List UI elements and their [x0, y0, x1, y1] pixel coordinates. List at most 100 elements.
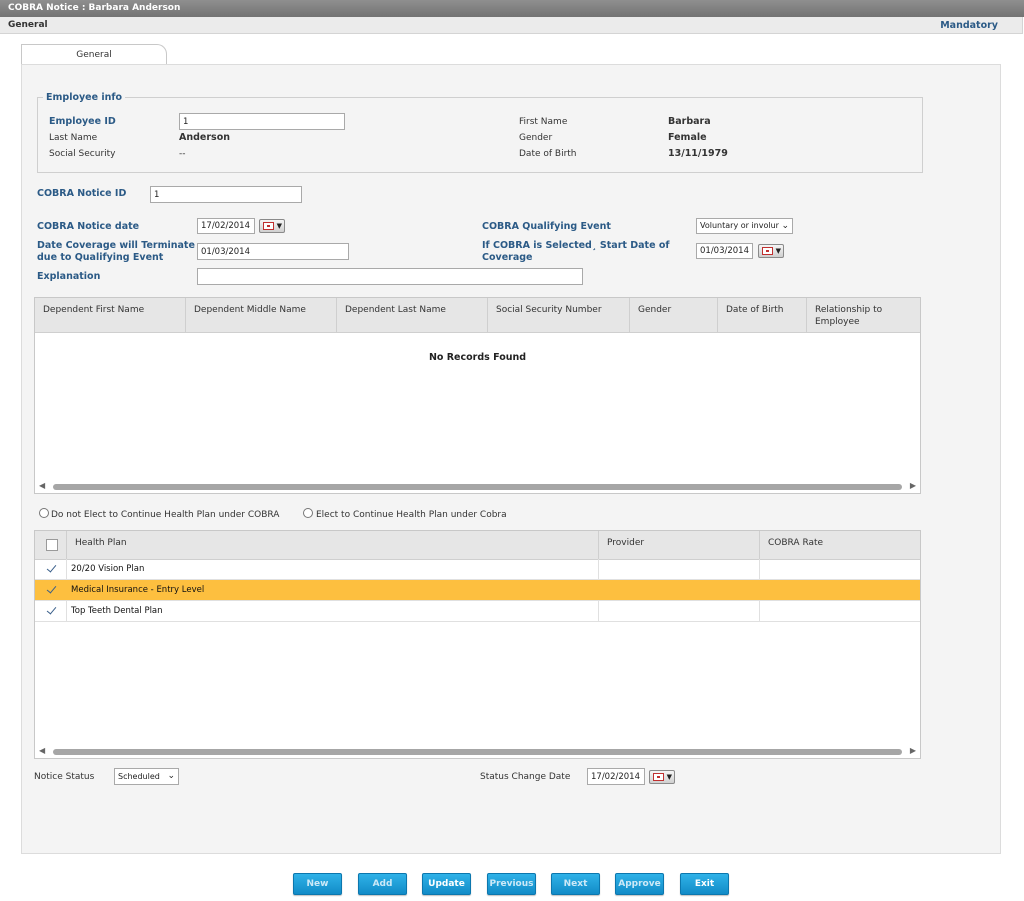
gender-label: Gender — [519, 133, 553, 143]
row-select-cell — [35, 580, 67, 600]
notice-date-label: COBRA Notice date — [37, 221, 140, 232]
first-name-label: First Name — [519, 117, 568, 127]
row-select-cell — [35, 601, 67, 621]
column-ssn[interactable]: Social Security Number — [488, 298, 630, 332]
column-gender[interactable]: Gender — [630, 298, 718, 332]
qualifying-event-select[interactable]: Voluntary or involur ⌄ — [696, 218, 793, 234]
scroll-left-icon[interactable]: ◀ — [39, 481, 45, 490]
decline-cobra-label[interactable]: Do not Elect to Continue Health Plan und… — [51, 510, 279, 520]
next-button[interactable]: Next — [551, 873, 600, 895]
tab-general[interactable]: General — [21, 44, 167, 64]
gender-value: Female — [668, 132, 707, 143]
terminate-date-label-line2: due to Qualifying Event — [37, 252, 164, 263]
update-button[interactable]: Update — [422, 873, 471, 895]
scrollbar-thumb[interactable] — [53, 749, 902, 755]
employee-id-label: Employee ID — [49, 116, 116, 127]
chevron-down-icon: ⌄ — [781, 221, 789, 231]
scroll-right-icon[interactable]: ▶ — [910, 746, 916, 755]
dependents-horizontal-scrollbar[interactable]: ◀ ▶ — [35, 481, 920, 492]
caret-down-icon: ▼ — [775, 247, 781, 255]
mandatory-link[interactable]: Mandatory — [940, 18, 998, 34]
scroll-right-icon[interactable]: ▶ — [910, 481, 916, 490]
notice-status-select[interactable]: Scheduled ⌄ — [114, 768, 179, 785]
calendar-icon — [653, 773, 664, 781]
column-cobra-rate[interactable]: COBRA Rate — [760, 531, 920, 559]
notice-date-calendar-button[interactable]: ▼ — [259, 219, 285, 233]
calendar-icon — [263, 222, 274, 230]
last-name-label: Last Name — [49, 133, 98, 143]
start-date-label-line1: If COBRA is Selected¸ Start Date of — [482, 240, 670, 251]
row-checkbox[interactable] — [46, 563, 58, 575]
start-date-input[interactable] — [696, 243, 753, 259]
column-date-of-birth[interactable]: Date of Birth — [718, 298, 807, 332]
table-row[interactable]: Medical Insurance - Entry Level — [35, 580, 920, 601]
table-row[interactable]: Top Teeth Dental Plan — [35, 601, 920, 622]
start-date-calendar-button[interactable]: ▼ — [758, 244, 784, 258]
elect-cobra-label[interactable]: Elect to Continue Health Plan under Cobr… — [316, 510, 507, 520]
employee-info-fieldset — [37, 97, 923, 173]
row-checkbox[interactable] — [46, 584, 58, 596]
notice-date-input[interactable] — [197, 218, 255, 234]
column-dependent-last-name[interactable]: Dependent Last Name — [337, 298, 488, 332]
plan-rate — [760, 559, 920, 579]
no-records-message: No Records Found — [428, 352, 527, 363]
first-name-value: Barbara — [668, 116, 711, 127]
column-dependent-first-name[interactable]: Dependent First Name — [35, 298, 186, 332]
health-plan-grid: Health Plan Provider COBRA Rate 20/20 Vi… — [34, 530, 921, 759]
explanation-label: Explanation — [37, 271, 101, 282]
ssn-value: -- — [179, 149, 186, 159]
employee-id-input[interactable] — [179, 113, 345, 130]
last-name-value: Anderson — [179, 132, 230, 143]
start-date-label: If COBRA is Selected¸ Start Date of Cove… — [482, 240, 670, 264]
column-health-plan[interactable]: Health Plan — [67, 531, 599, 559]
table-row[interactable]: 20/20 Vision Plan — [35, 559, 920, 580]
row-checkbox[interactable] — [46, 605, 58, 617]
employee-info-legend: Employee info — [43, 92, 126, 103]
plan-provider — [599, 580, 760, 600]
ssn-label: Social Security — [49, 149, 116, 159]
previous-button[interactable]: Previous — [487, 873, 536, 895]
qualifying-event-value: Voluntary or involur — [700, 221, 779, 230]
column-provider[interactable]: Provider — [599, 531, 760, 559]
elect-cobra-radio[interactable] — [303, 508, 313, 518]
section-title: General — [8, 20, 48, 30]
start-date-label-line2: Coverage — [482, 252, 533, 263]
select-all-cell — [35, 531, 67, 559]
row-select-cell — [35, 559, 67, 579]
dependents-grid-header: Dependent First Name Dependent Middle Na… — [35, 298, 920, 333]
new-button[interactable]: New — [293, 873, 342, 895]
chevron-down-icon: ⌄ — [167, 771, 175, 781]
column-dependent-middle-name[interactable]: Dependent Middle Name — [186, 298, 337, 332]
plan-name: Top Teeth Dental Plan — [67, 601, 599, 621]
plan-provider — [599, 559, 760, 579]
notice-status-label: Notice Status — [34, 772, 95, 782]
section-bar: General Mandatory — [0, 17, 1023, 34]
window-title: COBRA Notice : Barbara Anderson — [0, 0, 1024, 17]
dob-value: 13/11/1979 — [668, 148, 728, 159]
status-change-date-input[interactable] — [587, 768, 645, 785]
decline-cobra-radio[interactable] — [39, 508, 49, 518]
scroll-left-icon[interactable]: ◀ — [39, 746, 45, 755]
status-change-calendar-button[interactable]: ▼ — [649, 770, 675, 784]
notice-id-input[interactable] — [150, 186, 302, 203]
terminate-date-label: Date Coverage will Terminate due to Qual… — [37, 240, 195, 264]
add-button[interactable]: Add — [358, 873, 407, 895]
approve-button[interactable]: Approve — [615, 873, 664, 895]
caret-down-icon: ▼ — [276, 222, 282, 230]
plans-horizontal-scrollbar[interactable]: ◀ ▶ — [35, 746, 920, 757]
plan-provider — [599, 601, 760, 621]
select-all-checkbox[interactable] — [46, 539, 58, 551]
exit-button[interactable]: Exit — [680, 873, 729, 895]
scrollbar-thumb[interactable] — [53, 484, 902, 490]
column-relationship[interactable]: Relationship to Employee — [807, 298, 920, 332]
terminate-date-input[interactable] — [197, 243, 349, 260]
plan-rate — [760, 601, 920, 621]
status-change-date-label: Status Change Date — [480, 772, 571, 782]
calendar-icon — [762, 247, 773, 255]
explanation-input[interactable] — [197, 268, 583, 285]
plan-name: 20/20 Vision Plan — [67, 559, 599, 579]
dependents-grid: Dependent First Name Dependent Middle Na… — [34, 297, 921, 494]
dob-label: Date of Birth — [519, 149, 577, 159]
caret-down-icon: ▼ — [666, 773, 672, 781]
terminate-date-label-line1: Date Coverage will Terminate — [37, 240, 195, 251]
